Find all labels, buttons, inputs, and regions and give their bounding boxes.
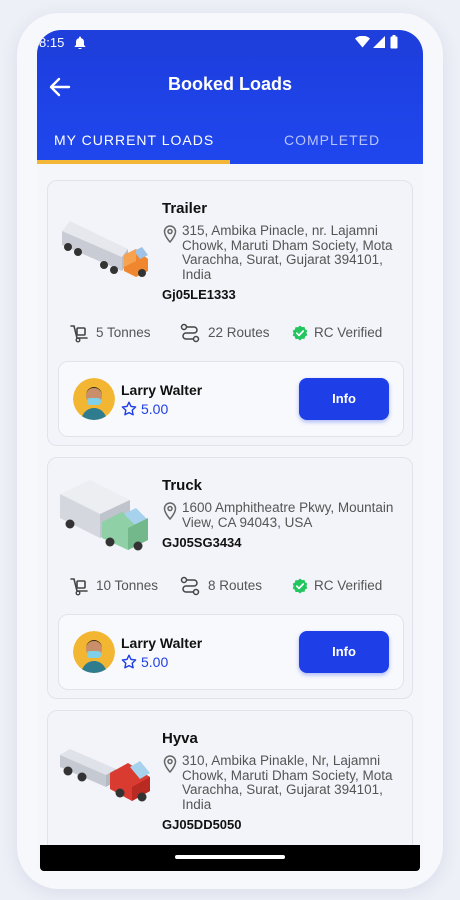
load-stats: 5 Tonnes 22 Routes RC Verified [48, 323, 412, 345]
driver-name: Larry Walter [121, 382, 203, 398]
verification-text: RC Verified [314, 325, 383, 340]
routes-text: 8 Routes [208, 578, 263, 593]
app-screen: 8:15 Booked Loads MY CURRENT LOADS COMPL… [37, 30, 423, 868]
verified-check-icon [292, 325, 308, 341]
rating-value: 5.00 [141, 401, 169, 417]
box-truck-image [60, 480, 148, 551]
hand-truck-icon [70, 578, 88, 596]
status-time: 8:15 [39, 35, 65, 50]
rating-value: 5.00 [141, 654, 169, 670]
load-stats: 10 Tonnes 8 Routes RC Verified [48, 576, 412, 598]
avatar [73, 631, 115, 673]
route-icon [180, 323, 200, 343]
location-pin-icon [163, 755, 177, 773]
info-button[interactable]: Info [299, 631, 389, 673]
wifi-icon [355, 36, 370, 48]
capacity-text: 5 Tonnes [96, 325, 151, 340]
notification-bell-icon [74, 36, 86, 49]
vehicle-type: Hyva [162, 730, 198, 747]
star-icon [121, 401, 137, 416]
vehicle-type: Trailer [162, 200, 208, 217]
location-pin-icon [163, 502, 177, 520]
tab-bar: MY CURRENT LOADS COMPLETED [37, 124, 423, 164]
avatar [73, 378, 115, 420]
capacity-text: 10 Tonnes [96, 578, 159, 593]
active-tab-indicator [37, 160, 230, 164]
system-navigation-bar [40, 845, 420, 871]
registration-number: Gj05LE1333 [162, 287, 236, 302]
pickup-address: 310, Ambika Pinakle, Nr, Lajamni Chowk, … [182, 753, 393, 812]
vehicle-type: Truck [162, 477, 203, 494]
registration-number: GJ05SG3434 [162, 535, 242, 550]
verified-check-icon [292, 578, 308, 594]
verification-text: RC Verified [314, 578, 383, 593]
info-button[interactable]: Info [299, 378, 389, 420]
load-card[interactable]: Trailer 315, Ambika Pinacle, nr. Lajamni… [47, 180, 413, 446]
home-gesture-handle[interactable] [175, 855, 285, 859]
routes-text: 22 Routes [208, 325, 270, 340]
status-bar: 8:15 [37, 30, 423, 56]
battery-icon [390, 35, 398, 49]
page-title: Booked Loads [167, 74, 292, 94]
hand-truck-icon [70, 325, 88, 343]
location-pin-icon [163, 225, 177, 243]
registration-number: GJ05DD5050 [162, 817, 242, 832]
driver-panel: Larry Walter 5.00 Info [58, 614, 404, 690]
trailer-truck-image [62, 221, 148, 277]
tipper-truck-image [60, 749, 150, 802]
load-card[interactable]: Truck 1600 Amphitheatre Pkwy, Mountain V… [47, 457, 413, 699]
star-icon [121, 654, 137, 669]
cellular-signal-icon [373, 36, 385, 48]
tab-my-current-loads[interactable]: MY CURRENT LOADS [54, 132, 214, 148]
route-icon [180, 576, 200, 596]
tab-completed[interactable]: COMPLETED [284, 132, 380, 148]
driver-name: Larry Walter [121, 635, 203, 651]
pickup-address: 315, Ambika Pinacle, nr. Lajamni Chowk, … [182, 223, 393, 282]
pickup-address: 1600 Amphitheatre Pkwy, Mountain View, C… [182, 500, 394, 530]
driver-panel: Larry Walter 5.00 Info [58, 361, 404, 437]
